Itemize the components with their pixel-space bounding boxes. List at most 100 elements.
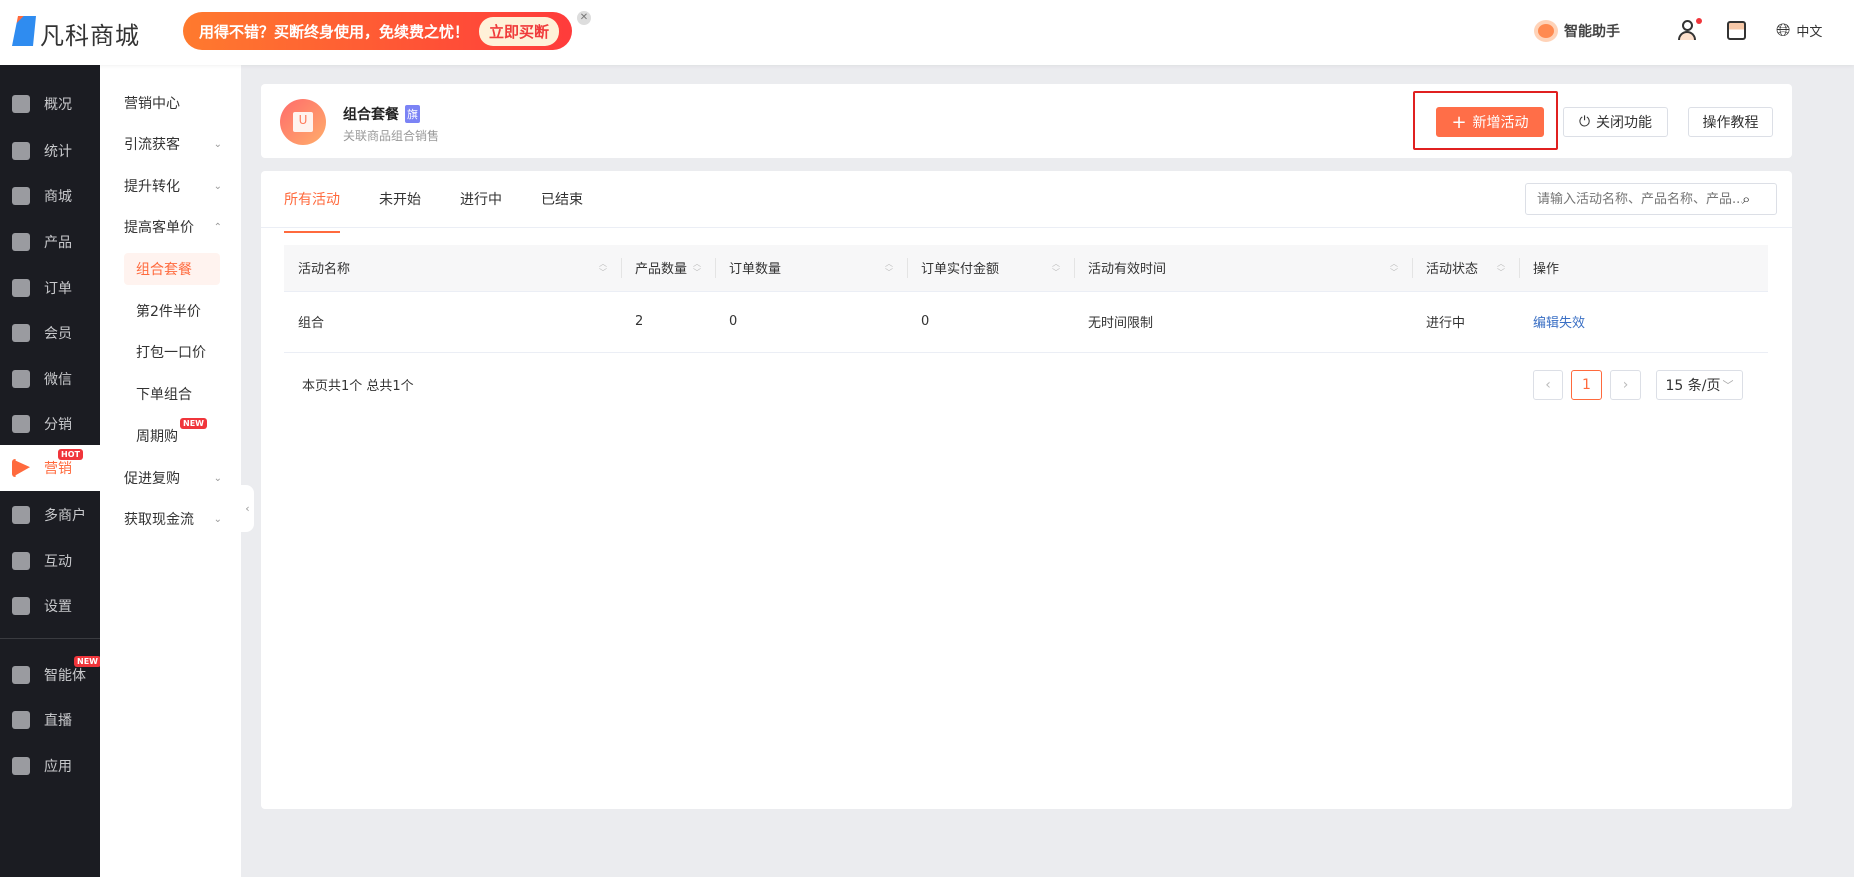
tab-3[interactable]: 已结束 <box>541 189 583 233</box>
column-divider <box>715 258 716 278</box>
sidebar-item-label: 设置 <box>44 598 72 615</box>
column-divider <box>1412 258 1413 278</box>
sidebar-item-label: 互动 <box>44 553 72 570</box>
column-header[interactable]: 活动名称 ︿ ﹀ <box>284 245 621 292</box>
submenu-item-7[interactable]: 下单组合 <box>124 378 220 410</box>
cell-value: 2 <box>635 314 644 329</box>
page-size-label: 15 条/页 <box>1665 378 1721 394</box>
submenu-item-2[interactable]: 提升转化 ⌄ <box>124 170 222 202</box>
sidebar-item-label: 分销 <box>44 416 72 433</box>
tutorial-button[interactable]: 操作教程 <box>1688 107 1773 137</box>
sort-icon[interactable]: ︿ ﹀ <box>693 259 701 277</box>
column-label: 产品数量 <box>635 262 688 278</box>
sidebar-item-label: 会员 <box>44 325 72 342</box>
sidebar-item-label: 产品 <box>44 234 72 251</box>
sidebar-item-6[interactable]: 微信 <box>0 356 100 401</box>
column-divider <box>1074 258 1075 278</box>
sidebar-item-11[interactable]: 设置 <box>0 583 100 628</box>
assistant-label: 智能助手 <box>1564 24 1620 40</box>
sidebar-item-5[interactable]: 会员 <box>0 310 100 355</box>
hot-badge: HOT <box>58 449 83 460</box>
table-cell: 编辑失效 <box>1519 291 1768 353</box>
column-label: 活动状态 <box>1426 262 1479 278</box>
sidebar-item-10[interactable]: 互动 <box>0 538 100 583</box>
sidebar-item-9[interactable]: 多商户 <box>0 492 100 537</box>
collapse-handle[interactable]: ‹ <box>241 485 254 532</box>
sidebar-item-label: 微信 <box>44 371 72 388</box>
column-header[interactable]: 订单实付金额 ︿ ﹀ <box>907 245 1074 292</box>
submenu-label: 第2件半价 <box>136 304 201 320</box>
chevron-icon: ⌄ <box>213 472 222 484</box>
tab-1[interactable]: 未开始 <box>379 189 421 233</box>
submenu-label: 营销中心 <box>124 96 180 112</box>
page-size-select[interactable]: 15 条/页 ﹀ <box>1656 370 1743 400</box>
submenu-item-1[interactable]: 引流获客 ⌄ <box>124 128 222 160</box>
sort-icon[interactable]: ︿ ﹀ <box>1052 259 1060 277</box>
column-label: 订单数量 <box>729 262 782 278</box>
grid-icon <box>12 232 30 251</box>
submenu-item-9[interactable]: 促进复购 ⌄ <box>124 462 222 494</box>
apps-icon <box>12 756 30 775</box>
search-icon[interactable]: ⌕ <box>1742 190 1750 208</box>
sidebar-item-label: 多商户 <box>44 507 86 524</box>
language-switch[interactable]: 🌐︎ 中文 <box>1776 20 1822 41</box>
tab-2[interactable]: 进行中 <box>460 189 502 233</box>
sort-icon[interactable]: ︿ ﹀ <box>599 259 607 277</box>
page-summary: 本页共1个 总共1个 <box>302 379 414 394</box>
promo-banner[interactable]: 用得不错？买断终身使用，免续费之忧！ 立即买断 <box>183 12 572 50</box>
sidebar-item-1[interactable]: 统计 <box>0 128 100 173</box>
search-field[interactable] <box>1537 191 1742 207</box>
buy-now-button[interactable]: 立即买断 <box>479 16 560 46</box>
prev-page-button[interactable]: ‹ <box>1533 370 1563 400</box>
store-icon[interactable] <box>1727 21 1746 40</box>
column-header[interactable]: 活动状态 ︿ ﹀ <box>1412 245 1519 292</box>
close-feature-button[interactable]: ⏻ 关闭功能 <box>1563 107 1668 137</box>
cell-value: 组合 <box>298 316 325 331</box>
submenu-item-3[interactable]: 提高客单价 ⌃ <box>124 211 222 243</box>
flag-icon <box>12 459 30 477</box>
next-page-button[interactable]: › <box>1610 370 1641 400</box>
sidebar-item-14[interactable]: 应用 <box>0 743 100 788</box>
column-header[interactable]: 活动有效时间 ︿ ﹀ <box>1074 245 1412 292</box>
sidebar-item-label: 营销 <box>44 461 72 477</box>
close-icon[interactable]: ✕ <box>577 11 591 25</box>
new-badge: NEW <box>180 418 207 429</box>
submenu-item-5[interactable]: 第2件半价 <box>124 295 220 327</box>
sidebar-item-4[interactable]: 订单 <box>0 265 100 310</box>
logo[interactable]: 凡科商城 <box>40 16 140 51</box>
submenu-item-0[interactable]: 营销中心 <box>124 87 220 119</box>
sidebar-item-3[interactable]: 产品 <box>0 219 100 264</box>
language-label: 中文 <box>1796 25 1823 40</box>
tv-icon <box>12 710 30 729</box>
chevron-icon: ⌃ <box>213 221 222 233</box>
search-input[interactable]: ⌕ <box>1525 183 1777 215</box>
sort-icon[interactable]: ︿ ﹀ <box>1390 259 1398 277</box>
submenu-label: 打包一口价 <box>136 345 206 361</box>
table-row: 组合 2 0 0 无时间限制 进行中 编辑失效 <box>284 291 1768 353</box>
submenu-label: 提升转化 <box>124 179 180 195</box>
sidebar-item-8[interactable]: 营销 HOT <box>0 445 100 491</box>
edit-disable-link[interactable]: 编辑失效 <box>1533 316 1585 331</box>
sidebar-item-7[interactable]: 分销 <box>0 401 100 446</box>
page-1-button[interactable]: 1 <box>1571 370 1602 400</box>
sort-icon[interactable]: ︿ ﹀ <box>1497 259 1505 277</box>
submenu-item-8[interactable]: 周期购 NEW <box>124 418 220 452</box>
sidebar-item-13[interactable]: 直播 <box>0 697 100 742</box>
tab-0[interactable]: 所有活动 <box>284 189 340 233</box>
sidebar-item-label: 订单 <box>44 280 72 297</box>
user-icon[interactable] <box>1678 18 1702 42</box>
assistant-button[interactable]: 智能助手 <box>1534 20 1620 42</box>
sidebar-item-2[interactable]: 商城 <box>0 173 100 218</box>
sort-icon[interactable]: ︿ ﹀ <box>885 259 893 277</box>
sidebar-item-12[interactable]: 智能体 NEW <box>0 652 101 697</box>
submenu-item-10[interactable]: 获取现金流 ⌄ <box>124 503 222 535</box>
close-feature-label: 关闭功能 <box>1596 115 1653 131</box>
column-header[interactable]: 订单数量 ︿ ﹀ <box>715 245 907 292</box>
submenu-item-4[interactable]: 组合套餐 <box>124 253 220 285</box>
submenu-item-6[interactable]: 打包一口价 <box>124 336 220 368</box>
sidebar-item-0[interactable]: 概况 <box>0 81 100 126</box>
chevron-icon: ⌄ <box>213 138 222 150</box>
logo-icon <box>12 16 36 46</box>
table-cell: 2 <box>621 291 715 353</box>
column-header[interactable]: 产品数量 ︿ ﹀ <box>621 245 715 292</box>
